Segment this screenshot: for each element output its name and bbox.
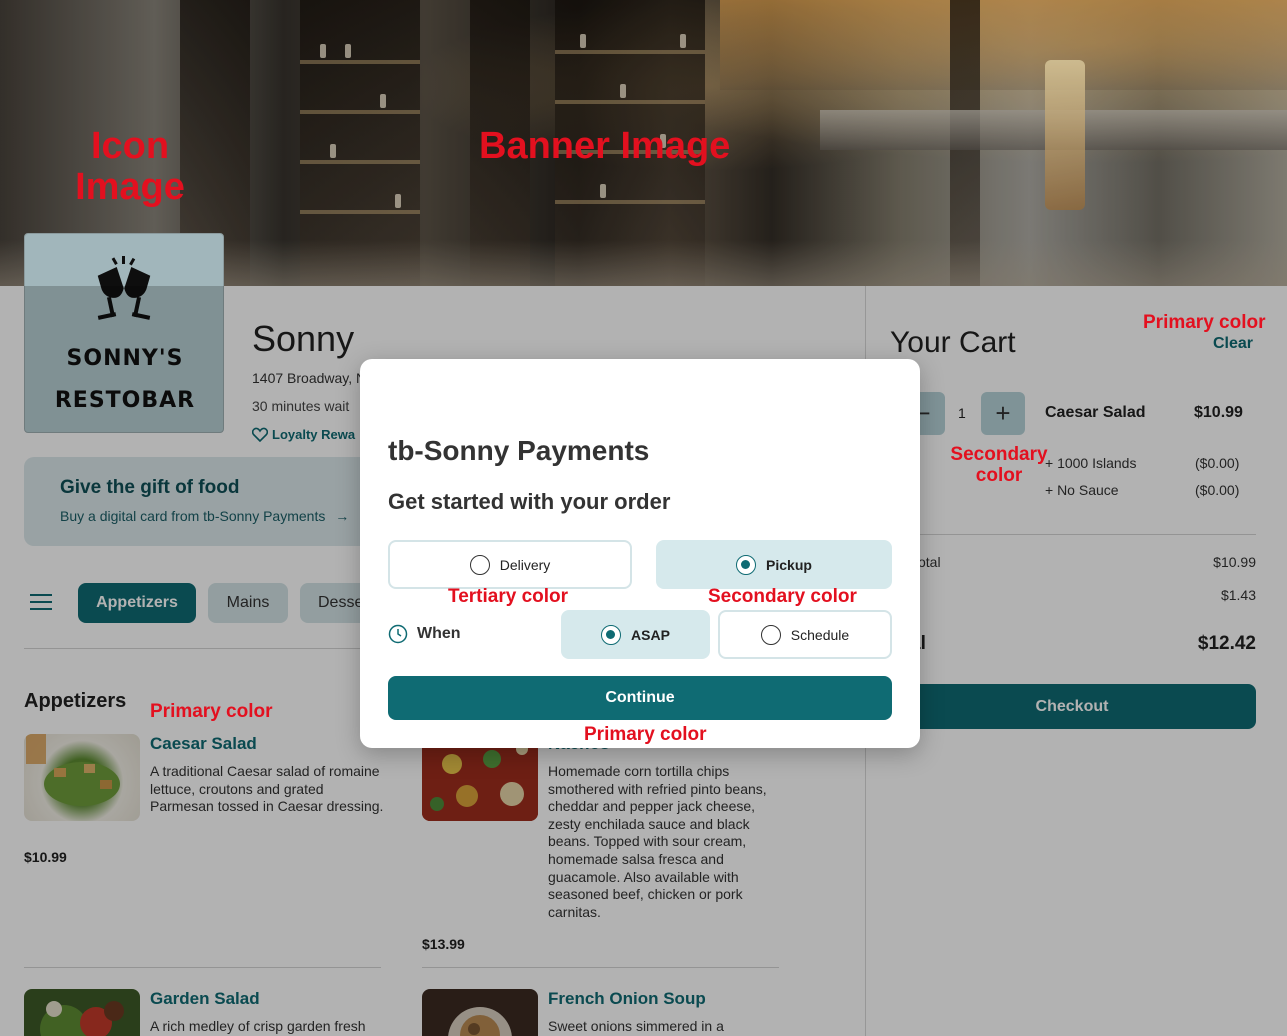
asap-label: ASAP [631,626,670,643]
modal-subtitle: Get started with your order [388,489,671,514]
modal-title: tb-Sonny Payments [388,435,650,466]
schedule-option[interactable]: Schedule [718,610,892,659]
delivery-radio[interactable] [469,554,490,575]
annotation-secondary-color: Secondary color [950,444,1048,486]
continue-button[interactable]: Continue [388,676,892,720]
when-label-group: When [388,624,461,644]
annotation-primary-color: Primary color [150,701,273,722]
annotation-secondary-color: Secondary color [708,586,857,607]
schedule-radio[interactable] [760,624,781,645]
schedule-label: Schedule [790,626,850,643]
order-setup-modal: tb-Sonny Payments Get started with your … [360,359,920,748]
asap-option[interactable]: ASAP [561,610,710,659]
clock-icon [388,624,408,644]
annotation-tertiary-color: Tertiary color [448,586,569,607]
when-label: When [417,625,461,642]
pickup-radio[interactable] [736,554,757,575]
delivery-option[interactable]: Delivery [388,540,632,589]
pickup-option[interactable]: Pickup [656,540,892,589]
pickup-label: Pickup [766,556,812,573]
asap-radio[interactable] [601,624,622,645]
annotation-primary-color: Primary color [584,724,707,745]
delivery-label: Delivery [499,556,551,573]
annotation-icon-image: Icon Image [75,125,185,209]
annotation-primary-color: Primary color [1143,312,1266,333]
annotation-banner-image: Banner Image [479,125,731,167]
